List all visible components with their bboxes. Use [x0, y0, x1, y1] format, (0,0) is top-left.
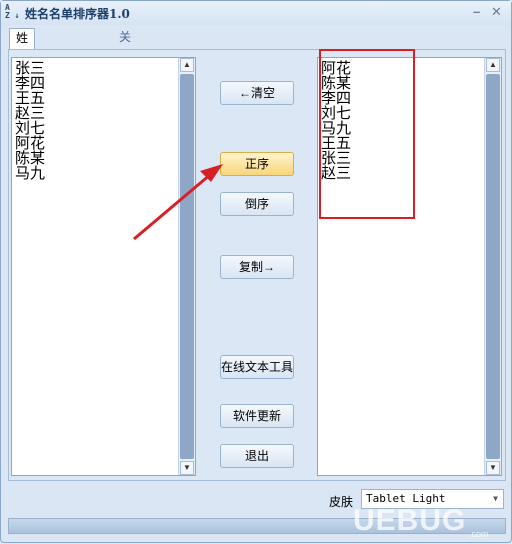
- app-window: AZ ↓ 姓名名单排序器1.0 – ✕ 姓名名单排序器 关于 张三李四王五赵三刘…: [0, 0, 512, 543]
- watermark-suffix: .com: [469, 529, 489, 539]
- skin-label: 皮肤: [329, 495, 354, 509]
- chevron-down-icon[interactable]: ▼: [493, 490, 498, 508]
- arrow-shaft: [133, 172, 212, 241]
- annotation-arrow: [133, 164, 223, 241]
- watermark-logo: UEBUG: [353, 504, 467, 537]
